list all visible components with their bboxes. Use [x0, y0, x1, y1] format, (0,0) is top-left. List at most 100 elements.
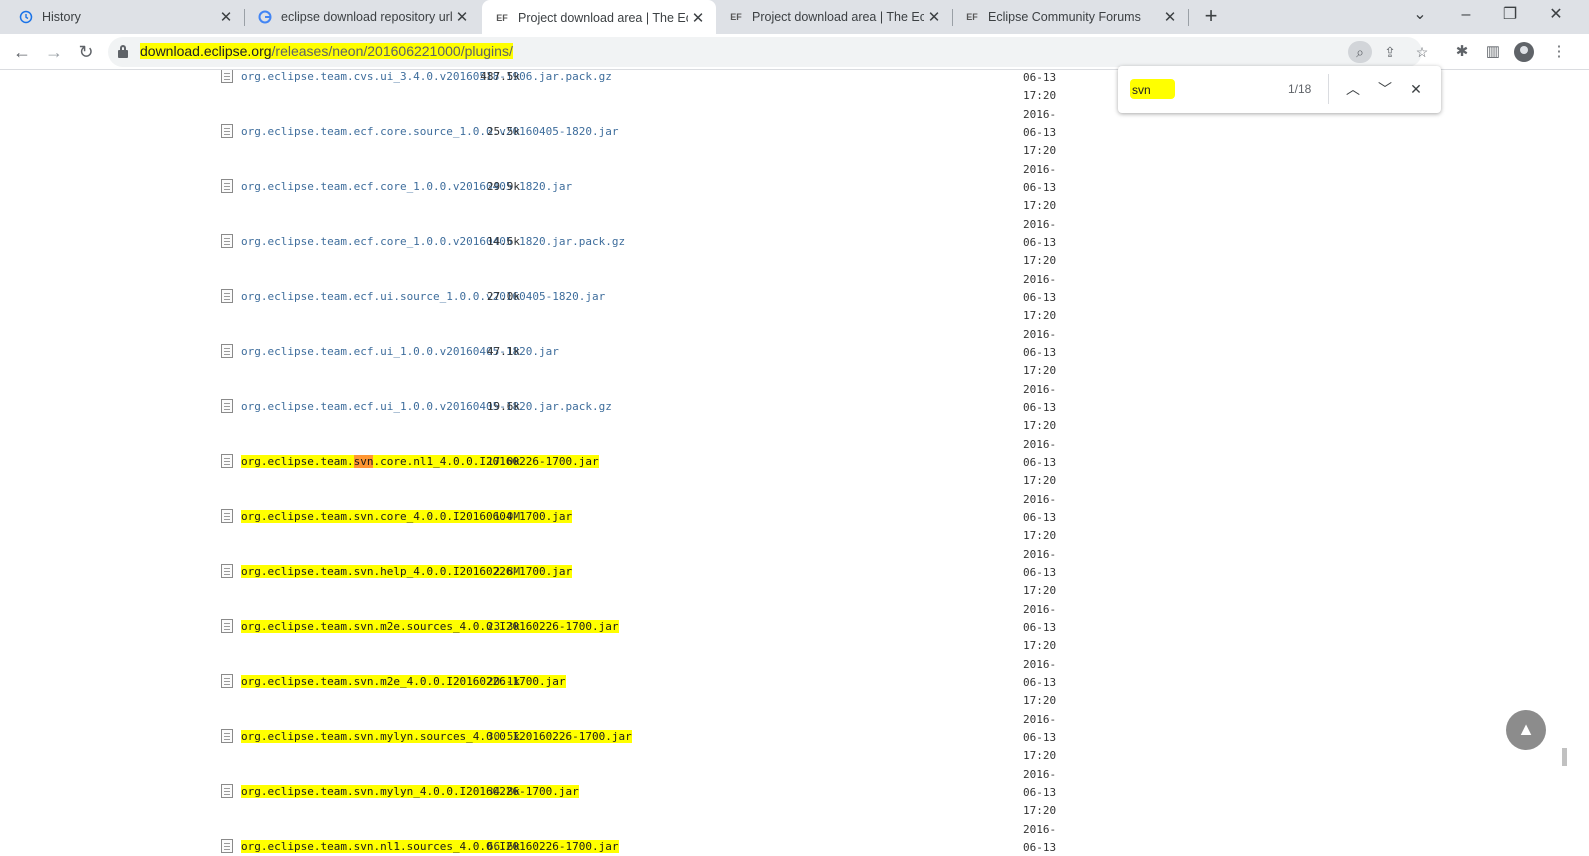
forward-arrow-icon[interactable]: → [40, 38, 68, 66]
file-link[interactable]: org.eclipse.team.ecf.core.source_1.0.0.v… [241, 125, 619, 138]
search-match: svn [353, 840, 374, 853]
close-icon[interactable]: ✕ [452, 8, 472, 26]
file-name-prefix: org.eclipse.team. [241, 620, 354, 633]
tab-title: History [42, 10, 81, 24]
tab-google-search[interactable]: eclipse download repository url - ✕ [245, 0, 480, 34]
close-icon[interactable]: ✕ [216, 8, 236, 26]
tab-eclipse-forums[interactable]: EF Eclipse Community Forums ✕ [954, 0, 1188, 34]
share-icon[interactable]: ⇪ [1378, 41, 1402, 63]
file-name: org.eclipse.team.ecf.core_1.0.0.v2016040… [241, 180, 573, 193]
file-icon [221, 289, 233, 303]
search-highlight: org.eclipse.team.svn.nl1.sources_4.0.0.I… [241, 840, 619, 853]
file-date: 06-13 17:20 2016- [1023, 124, 1056, 179]
extensions-puzzle-icon[interactable]: ✱ [1449, 39, 1475, 65]
file-link[interactable]: org.eclipse.team.ecf.ui_1.0.0.v20160405-… [241, 400, 612, 413]
find-match-count: 1/18 [1288, 82, 1312, 96]
address-bar[interactable]: download.eclipse.org/releases/neon/20160… [108, 37, 1428, 67]
find-previous-chevron-up-icon[interactable]: ︿ [1342, 78, 1364, 100]
find-in-page-icon[interactable]: ⌕ [1348, 41, 1372, 63]
scroll-to-top-button[interactable]: ▲ [1506, 710, 1546, 750]
file-date-line: 06-13 [1023, 511, 1057, 524]
eclipse-foundation-icon: EF [966, 12, 978, 22]
lock-icon[interactable] [118, 45, 128, 58]
tab-search-chevron-icon[interactable]: ⌄ [1400, 3, 1440, 29]
file-icon [221, 784, 233, 798]
file-date-line: 17:20 [1023, 144, 1057, 158]
scrollbar-thumb[interactable] [1562, 748, 1567, 766]
search-match: svn [353, 510, 374, 523]
file-link[interactable]: org.eclipse.team.svn.nl1.sources_4.0.0.I… [241, 840, 619, 853]
find-input[interactable] [1132, 81, 1272, 99]
file-name-prefix: org.eclipse.team. [241, 785, 354, 798]
window-close-button[interactable]: ✕ [1536, 3, 1576, 29]
search-highlight: org.eclipse.team.svn.mylyn.sources_4.0.0… [241, 730, 632, 743]
file-size: 1.0M [493, 510, 521, 523]
table-row: org.eclipse.team.svn.mylyn.sources_4.0.0… [0, 726, 1100, 781]
file-name: org.eclipse.team.ecf.core_1.0.0.v2016040… [241, 235, 626, 248]
file-icon [221, 124, 233, 138]
file-date: 06-13 17:20 2016- [1023, 509, 1056, 564]
file-icon [221, 674, 233, 688]
tab-history[interactable]: History ✕ [0, 0, 244, 34]
minimize-button[interactable]: – [1446, 3, 1486, 29]
back-arrow-icon[interactable]: ← [8, 38, 36, 66]
file-link[interactable]: org.eclipse.team.svn.core.nl1_4.0.0.I201… [241, 455, 599, 468]
file-date: 06-13 17:20 2016- [1023, 70, 1056, 124]
file-date-line: 06-13 [1023, 566, 1057, 579]
side-panel-icon[interactable]: ▥ [1480, 39, 1506, 65]
file-link[interactable]: org.eclipse.team.ecf.core_1.0.0.v2016040… [241, 235, 625, 248]
find-separator [1328, 74, 1329, 104]
file-name: org.eclipse.team.cvs.ui_3.4.0.v20160518-… [241, 70, 612, 83]
find-close-icon[interactable]: ✕ [1405, 78, 1427, 100]
file-link[interactable]: org.eclipse.team.ecf.ui.source_1.0.0.v20… [241, 290, 605, 303]
new-tab-button[interactable]: + [1198, 4, 1224, 30]
file-date: 06-13 17:20 2016- [1023, 234, 1056, 289]
file-date: 06-13 17:20 2016- [1023, 454, 1056, 509]
close-icon[interactable]: ✕ [1160, 8, 1180, 26]
file-date-line: 17:20 [1023, 309, 1057, 323]
file-icon [221, 729, 233, 743]
tab-title: Eclipse Community Forums [988, 10, 1141, 24]
profile-avatar[interactable] [1514, 42, 1534, 62]
file-link[interactable]: org.eclipse.team.ecf.core_1.0.0.v2016040… [241, 180, 572, 193]
file-icon [221, 344, 233, 358]
file-date-line: 17:20 [1023, 694, 1057, 708]
file-size: 23.3k [486, 620, 520, 633]
file-link[interactable]: org.eclipse.team.svn.core_4.0.0.I2016060… [241, 510, 573, 523]
file-date-line: 06-13 [1023, 621, 1057, 634]
file-link[interactable]: org.eclipse.team.svn.mylyn.sources_4.0.0… [241, 730, 632, 743]
table-row: org.eclipse.team.ecf.core_1.0.0.v2016040… [0, 231, 1100, 286]
close-icon[interactable]: ✕ [688, 9, 708, 27]
file-size: 29.9k [486, 180, 520, 193]
file-date-line: 06-13 [1023, 841, 1057, 854]
tab-project-download[interactable]: EF Project download area | The Eclip ✕ [718, 0, 952, 34]
url-text[interactable]: download.eclipse.org/releases/neon/20160… [140, 43, 513, 59]
file-link[interactable]: org.eclipse.team.svn.help_4.0.0.I2016022… [241, 565, 573, 578]
file-icon [221, 179, 233, 193]
eclipse-foundation-icon: EF [496, 13, 508, 23]
file-link[interactable]: org.eclipse.team.svn.mylyn_4.0.0.I201602… [241, 785, 579, 798]
file-link[interactable]: org.eclipse.team.svn.m2e.sources_4.0.0.I… [241, 620, 619, 633]
file-date-line: 06-13 [1023, 71, 1057, 84]
file-icon [221, 70, 233, 83]
file-date-line: 06-13 [1023, 291, 1057, 304]
google-icon [257, 9, 273, 25]
menu-kebab-icon[interactable]: ⋮ [1546, 39, 1572, 65]
file-link[interactable]: org.eclipse.team.cvs.ui_3.4.0.v20160518-… [241, 70, 612, 83]
close-icon[interactable]: ✕ [924, 8, 944, 26]
tab-title: eclipse download repository url - [281, 10, 452, 24]
file-date: 06-13 17:20 2016- [1023, 674, 1056, 729]
file-name: org.eclipse.team.ecf.core.source_1.0.0.v… [241, 125, 619, 138]
file-date-line: 17:20 [1023, 529, 1057, 543]
bookmark-star-icon[interactable]: ☆ [1410, 41, 1434, 63]
file-name-prefix: org.eclipse.team. [241, 730, 354, 743]
find-next-chevron-down-icon[interactable]: ﹀ [1374, 78, 1396, 100]
file-date-line: 17:20 [1023, 584, 1057, 598]
file-size: 14.6k [486, 235, 520, 248]
tab-project-download-active[interactable]: EF Project download area | The Eclip ✕ [482, 0, 716, 36]
reload-icon[interactable]: ↻ [72, 38, 100, 66]
file-name: org.eclipse.team.ecf.ui_1.0.0.v20160405-… [241, 400, 612, 413]
search-highlight: org.eclipse.team.svn.core_4.0.0.I2016060… [241, 510, 573, 523]
file-date-line: 17:20 [1023, 199, 1057, 213]
restore-button[interactable]: ❐ [1490, 3, 1530, 29]
